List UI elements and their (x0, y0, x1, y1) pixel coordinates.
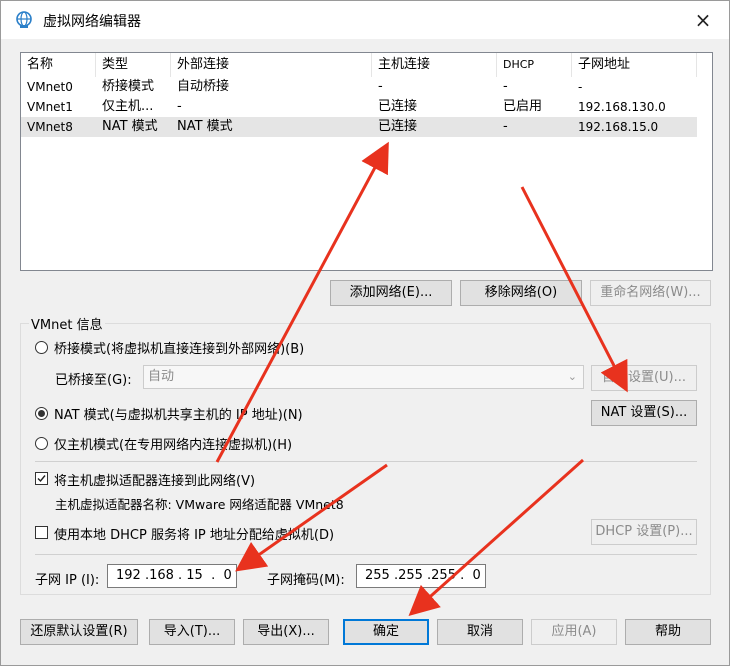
nat-mode-label[interactable]: NAT 模式(与虚拟机共享主机的 IP 地址)(N) (54, 404, 303, 423)
subnet-ip-label: 子网 IP (I): (35, 573, 100, 588)
cell-name: VMnet1 (27, 100, 73, 114)
cell-subnet: - (578, 80, 583, 94)
column-header-type[interactable]: 类型 (96, 53, 171, 77)
subnet-mask-label: 子网掩码(M): (267, 573, 345, 588)
nat-mode-radio[interactable] (35, 407, 48, 420)
bridged-mode-label[interactable]: 桥接模式(将虚拟机直接连接到外部网络)(B) (54, 338, 304, 357)
window-title: 虚拟网络编辑器 (43, 14, 141, 30)
dhcp-settings-button[interactable]: DHCP 设置(P)... (591, 519, 697, 545)
dialog-client-area: 名称 类型 外部连接 主机连接 DHCP 子网地址 VMnet0 桥接模式 自动… (1, 39, 729, 665)
column-header-dhcp[interactable]: DHCP (497, 53, 572, 77)
cell-dhcp: 已启用 (503, 99, 543, 114)
host-only-mode-label[interactable]: 仅主机模式(在专用网络内连接虚拟机)(H) (54, 434, 292, 453)
connect-adapter-checkbox[interactable] (35, 472, 48, 485)
title-bar: 虚拟网络编辑器 × (1, 1, 729, 39)
separator (35, 461, 697, 462)
adapter-name-text: 主机虚拟适配器名称: VMware 网络适配器 VMnet8 (55, 497, 344, 512)
dhcp-label[interactable]: 使用本地 DHCP 服务将 IP 地址分配给虚拟机(D) (54, 524, 334, 543)
cell-external: 自动桥接 (177, 79, 230, 94)
dhcp-checkbox[interactable] (35, 526, 48, 539)
host-only-mode-radio[interactable] (35, 437, 48, 450)
vmnet-info-title: VMnet 信息 (29, 314, 105, 333)
add-network-button[interactable]: 添加网络(E)... (330, 280, 452, 306)
cell-type: 仅主机... (102, 99, 154, 114)
column-header-name[interactable]: 名称 (21, 53, 96, 77)
cell-external: - (177, 99, 182, 114)
rename-network-button[interactable]: 重命名网络(W)... (590, 280, 711, 306)
cell-subnet: 192.168.130.0 (578, 100, 666, 114)
virtual-network-editor-window: 虚拟网络编辑器 × 名称 类型 外部连接 主机连接 DHCP 子网地址 VMne… (0, 0, 730, 666)
subnet-mask-input[interactable]: 255 .255 .255 . 0 (356, 564, 486, 588)
cell-host: 已连接 (378, 99, 418, 114)
connect-adapter-label[interactable]: 将主机虚拟适配器连接到此网络(V) (54, 470, 255, 489)
close-icon[interactable]: × (691, 8, 715, 32)
table-row-selected[interactable]: VMnet8 NAT 模式 NAT 模式 已连接 - 192.168.15.0 (21, 117, 697, 137)
bridged-mode-radio[interactable] (35, 341, 48, 354)
cell-dhcp: - (503, 79, 508, 94)
cell-name: VMnet8 (27, 120, 73, 134)
bridged-to-select[interactable]: 自动 ⌄ (143, 365, 584, 389)
remove-network-button[interactable]: 移除网络(O) (460, 280, 582, 306)
subnet-ip-input[interactable]: 192 .168 . 15 . 0 (107, 564, 237, 588)
nat-settings-button[interactable]: NAT 设置(S)... (591, 400, 697, 426)
bridged-to-value: 自动 (148, 369, 175, 384)
export-button[interactable]: 导出(X)... (243, 619, 329, 645)
cell-subnet: 192.168.15.0 (578, 120, 659, 134)
cancel-button[interactable]: 取消 (437, 619, 523, 645)
ok-button[interactable]: 确定 (343, 619, 429, 645)
cell-external: NAT 模式 (177, 119, 233, 134)
column-header-subnet[interactable]: 子网地址 (572, 53, 697, 77)
help-button[interactable]: 帮助 (625, 619, 711, 645)
cell-dhcp: - (503, 119, 508, 134)
import-button[interactable]: 导入(T)... (149, 619, 235, 645)
column-header-external[interactable]: 外部连接 (171, 53, 372, 77)
separator (35, 554, 697, 555)
cell-type: 桥接模式 (102, 79, 155, 94)
cell-name: VMnet0 (27, 80, 73, 94)
table-row[interactable]: VMnet0 桥接模式 自动桥接 - - - (21, 77, 697, 97)
network-list-header: 名称 类型 外部连接 主机连接 DHCP 子网地址 (21, 53, 712, 77)
cell-type: NAT 模式 (102, 119, 158, 134)
restore-defaults-button[interactable]: 还原默认设置(R) (20, 619, 138, 645)
network-list[interactable]: 名称 类型 外部连接 主机连接 DHCP 子网地址 VMnet0 桥接模式 自动… (20, 52, 713, 271)
checkmark-icon (37, 475, 46, 483)
cell-host: 已连接 (378, 119, 418, 134)
column-header-host[interactable]: 主机连接 (372, 53, 497, 77)
auto-settings-button[interactable]: 自动设置(U)... (591, 365, 697, 391)
chevron-down-icon: ⌄ (567, 370, 577, 383)
cell-host: - (378, 79, 383, 94)
bridged-to-label: 已桥接至(G): (55, 373, 132, 388)
table-row[interactable]: VMnet1 仅主机... - 已连接 已启用 192.168.130.0 (21, 97, 697, 117)
network-globe-icon (16, 11, 32, 28)
apply-button[interactable]: 应用(A) (531, 619, 617, 645)
